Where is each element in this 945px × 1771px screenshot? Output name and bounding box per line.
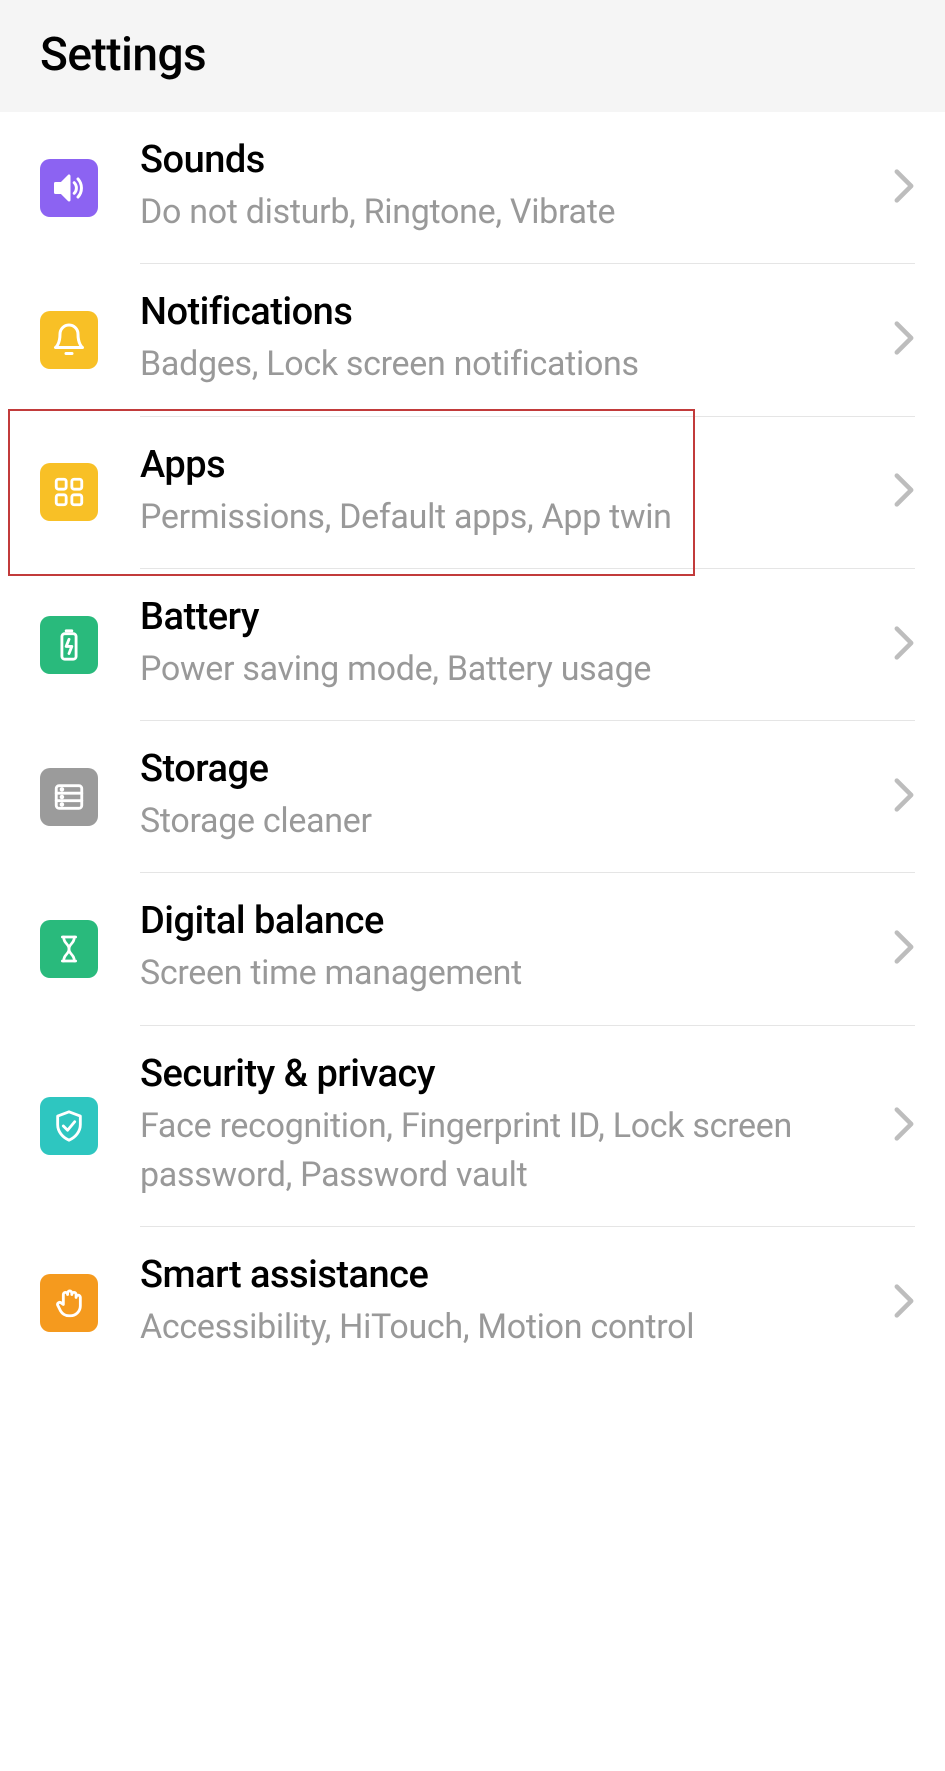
item-title: Smart assistance (140, 1253, 873, 1297)
shield-icon (40, 1097, 98, 1155)
chevron-right-icon (893, 1283, 915, 1323)
item-subtitle: Power saving mode, Battery usage (140, 645, 873, 694)
settings-list: Sounds Do not disturb, Ringtone, Vibrate… (0, 112, 945, 1379)
item-text: Security & privacy Face recognition, Fin… (140, 1052, 873, 1201)
speaker-icon (40, 159, 98, 217)
item-subtitle: Permissions, Default apps, App twin (140, 493, 873, 542)
apps-icon (40, 463, 98, 521)
storage-icon (40, 768, 98, 826)
chevron-right-icon (893, 168, 915, 208)
battery-icon (40, 616, 98, 674)
item-text: Digital balance Screen time management (140, 899, 873, 998)
item-subtitle: Storage cleaner (140, 797, 873, 846)
item-subtitle: Accessibility, HiTouch, Motion control (140, 1303, 873, 1352)
settings-item-security[interactable]: Security & privacy Face recognition, Fin… (0, 1026, 945, 1227)
chevron-right-icon (893, 472, 915, 512)
chevron-right-icon (893, 1106, 915, 1146)
item-title: Security & privacy (140, 1052, 873, 1096)
item-text: Sounds Do not disturb, Ringtone, Vibrate (140, 138, 873, 237)
item-title: Sounds (140, 138, 873, 182)
bell-icon (40, 311, 98, 369)
page-title: Settings (40, 28, 905, 82)
chevron-right-icon (893, 625, 915, 665)
item-subtitle: Do not disturb, Ringtone, Vibrate (140, 188, 873, 237)
item-subtitle: Face recognition, Fingerprint ID, Lock s… (140, 1102, 873, 1201)
item-text: Apps Permissions, Default apps, App twin (140, 443, 873, 542)
item-title: Digital balance (140, 899, 873, 943)
chevron-right-icon (893, 320, 915, 360)
chevron-right-icon (893, 777, 915, 817)
settings-item-notifications[interactable]: Notifications Badges, Lock screen notifi… (0, 264, 945, 415)
settings-header: Settings (0, 0, 945, 112)
item-subtitle: Badges, Lock screen notifications (140, 340, 873, 389)
item-title: Notifications (140, 290, 873, 334)
item-text: Battery Power saving mode, Battery usage (140, 595, 873, 694)
item-title: Storage (140, 747, 873, 791)
settings-item-apps[interactable]: Apps Permissions, Default apps, App twin (0, 417, 945, 568)
settings-item-storage[interactable]: Storage Storage cleaner (0, 721, 945, 872)
item-text: Notifications Badges, Lock screen notifi… (140, 290, 873, 389)
chevron-right-icon (893, 929, 915, 969)
settings-item-digital-balance[interactable]: Digital balance Screen time management (0, 873, 945, 1024)
item-text: Storage Storage cleaner (140, 747, 873, 846)
hand-icon (40, 1274, 98, 1332)
settings-item-smart-assistance[interactable]: Smart assistance Accessibility, HiTouch,… (0, 1227, 945, 1378)
settings-item-sounds[interactable]: Sounds Do not disturb, Ringtone, Vibrate (0, 112, 945, 263)
hourglass-icon (40, 920, 98, 978)
item-subtitle: Screen time management (140, 949, 873, 998)
settings-item-battery[interactable]: Battery Power saving mode, Battery usage (0, 569, 945, 720)
item-title: Battery (140, 595, 873, 639)
item-title: Apps (140, 443, 873, 487)
item-text: Smart assistance Accessibility, HiTouch,… (140, 1253, 873, 1352)
